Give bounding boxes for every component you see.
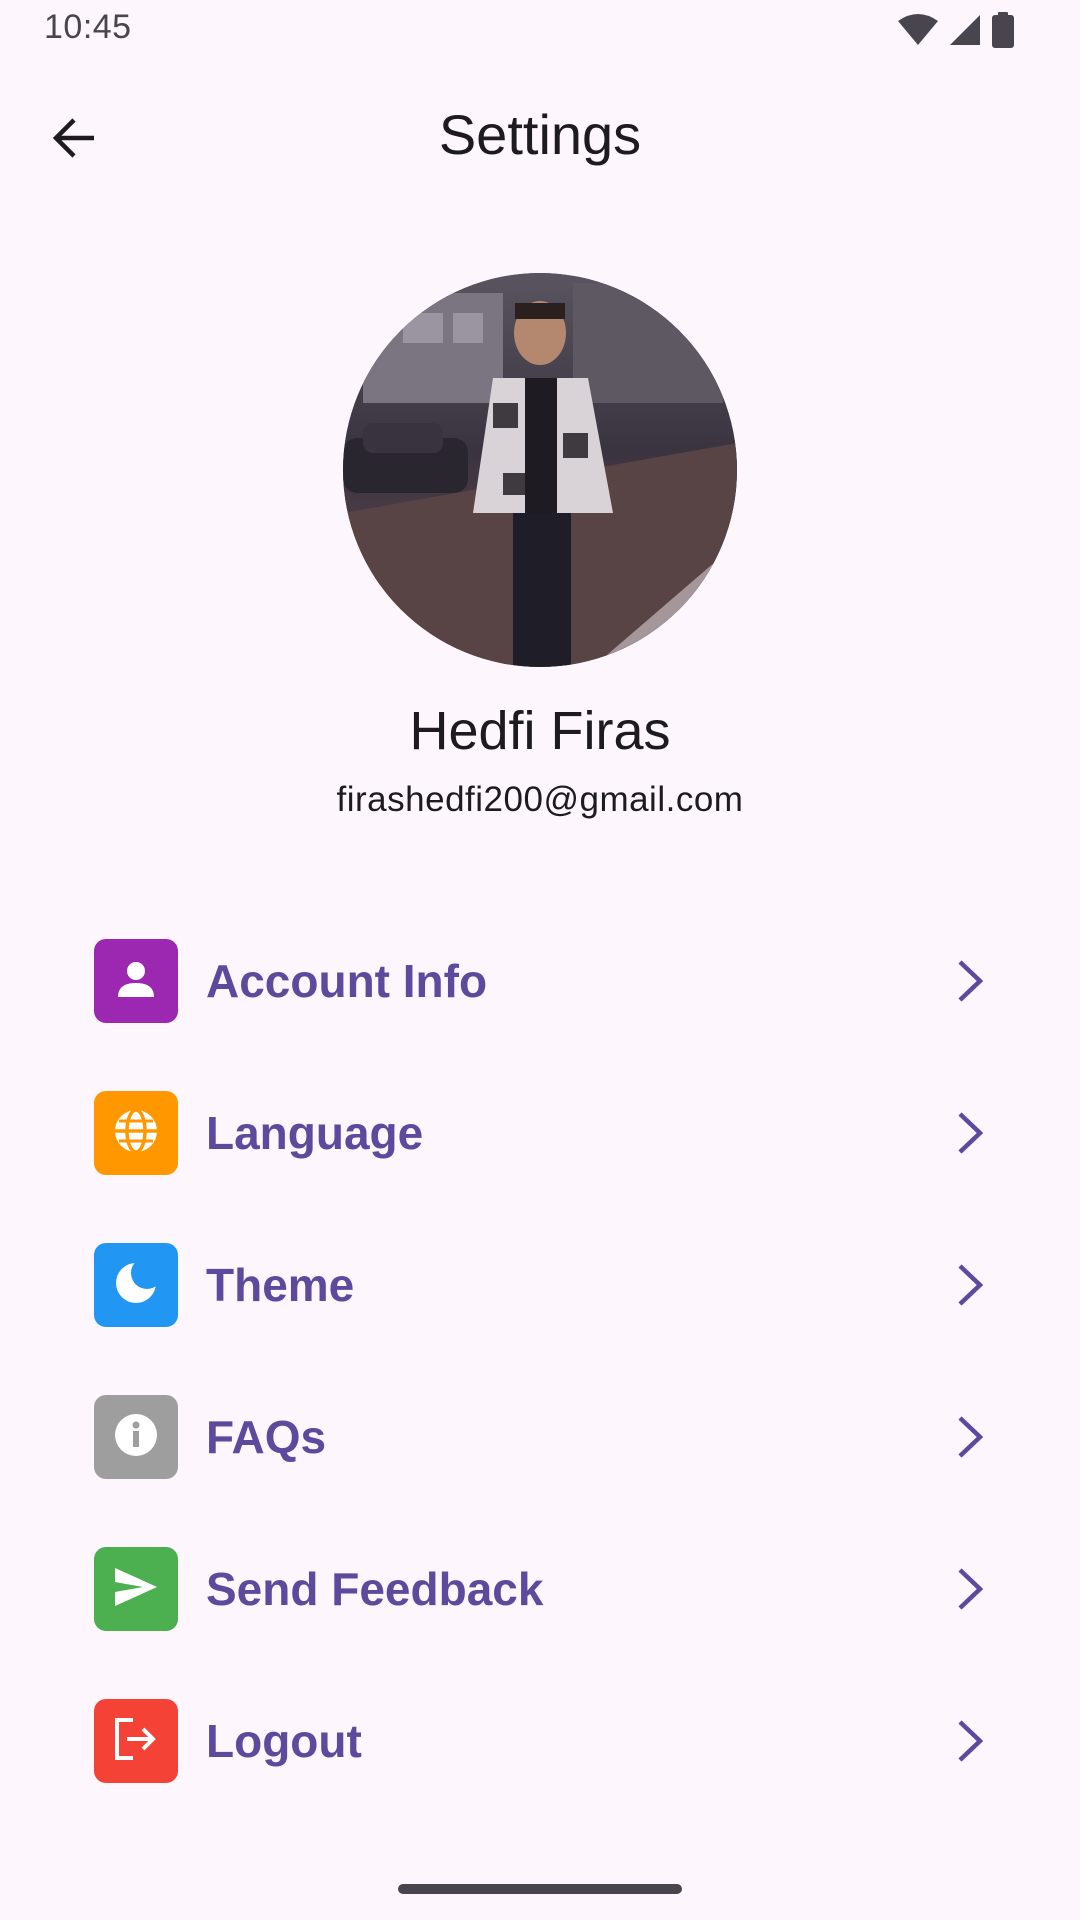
status-icons	[898, 12, 1014, 53]
profile-email: firashedfi200@gmail.com	[336, 780, 744, 819]
chevron-right-icon	[950, 1563, 990, 1615]
person-icon	[114, 957, 158, 1006]
menu-item-label: Logout	[206, 1715, 362, 1767]
status-bar: 10:45	[0, 0, 1080, 64]
menu-item-label: FAQs	[206, 1411, 327, 1463]
app-bar: Settings	[0, 80, 1080, 190]
profile-name: Hedfi Firas	[409, 701, 671, 761]
send-icon	[111, 1562, 161, 1617]
page-title: Settings	[438, 103, 642, 166]
menu-icon-tile	[94, 1395, 178, 1479]
battery-icon	[992, 12, 1014, 53]
menu-item-theme[interactable]: Theme	[0, 1209, 1080, 1361]
chevron-right-icon	[950, 1259, 990, 1311]
status-time: 10:45	[44, 8, 132, 46]
settings-menu: Account Info Language Theme FAQs Send Fe…	[0, 905, 1080, 1817]
info-icon	[112, 1411, 160, 1464]
wifi-icon	[898, 13, 938, 52]
menu-icon-tile	[94, 1547, 178, 1631]
menu-item-send-feedback[interactable]: Send Feedback	[0, 1513, 1080, 1665]
menu-item-label: Language	[206, 1107, 424, 1159]
menu-icon-tile	[94, 939, 178, 1023]
menu-item-account-info[interactable]: Account Info	[0, 905, 1080, 1057]
profile-photo	[343, 273, 737, 667]
globe-icon	[110, 1105, 162, 1162]
menu-icon-tile	[94, 1699, 178, 1783]
moon-icon	[111, 1256, 163, 1313]
chevron-right-icon	[950, 1411, 990, 1463]
chevron-right-icon	[950, 1715, 990, 1767]
menu-item-label: Account Info	[206, 955, 488, 1007]
menu-item-logout[interactable]: Logout	[0, 1665, 1080, 1817]
menu-icon-tile	[94, 1243, 178, 1327]
home-indicator[interactable]	[398, 1884, 682, 1894]
menu-item-language[interactable]: Language	[0, 1057, 1080, 1209]
menu-item-label: Send Feedback	[206, 1563, 544, 1615]
chevron-right-icon	[950, 1107, 990, 1159]
logout-icon	[111, 1714, 161, 1769]
cellular-signal-icon	[948, 13, 982, 52]
chevron-right-icon	[950, 955, 990, 1007]
avatar[interactable]	[343, 273, 737, 667]
menu-icon-tile	[94, 1091, 178, 1175]
menu-item-label: Theme	[206, 1259, 355, 1311]
menu-item-faqs[interactable]: FAQs	[0, 1361, 1080, 1513]
